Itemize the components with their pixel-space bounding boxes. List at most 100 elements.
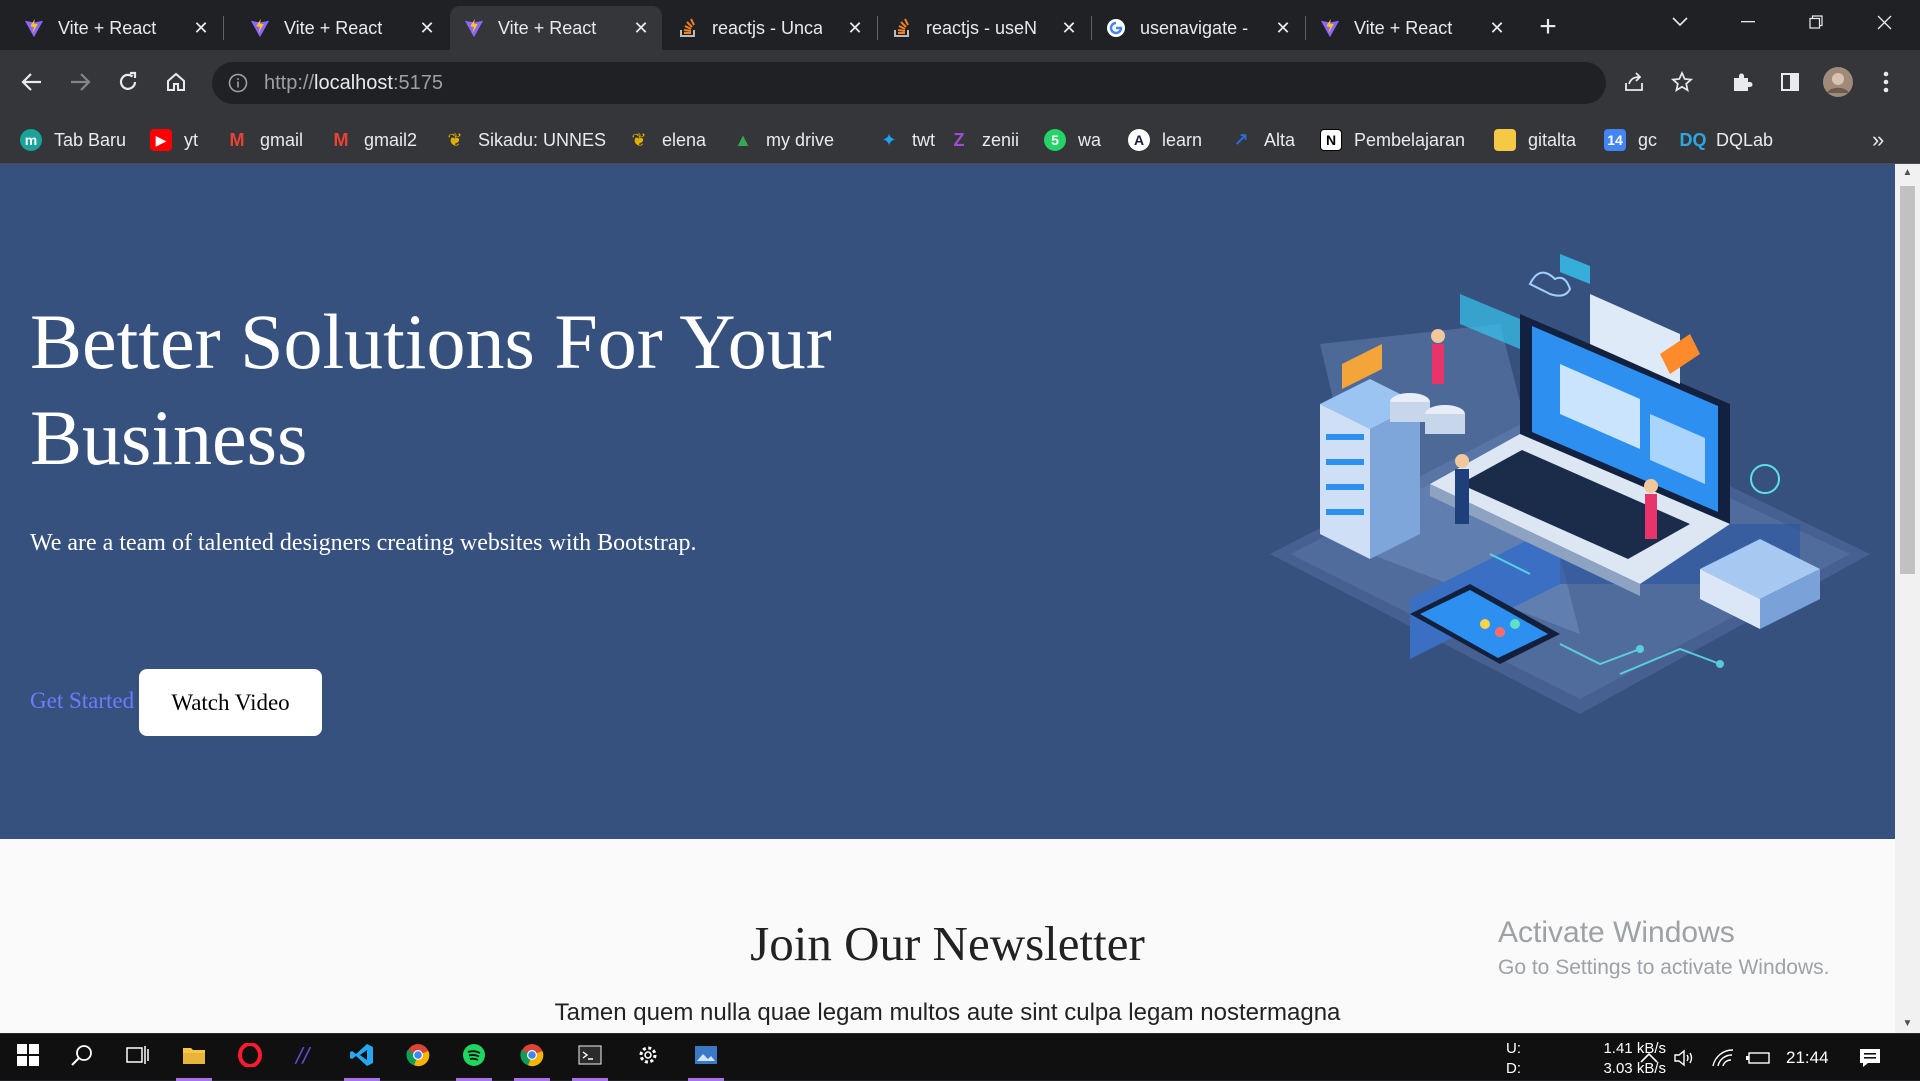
profile-avatar[interactable]	[1818, 62, 1858, 102]
photos-icon	[694, 1044, 718, 1071]
get-started-link[interactable]: Get Started	[30, 688, 134, 714]
tab-title: reactjs - Uncau	[712, 17, 822, 38]
taskbar-search-button[interactable]	[54, 1034, 110, 1081]
close-window-button[interactable]	[1850, 0, 1918, 44]
minimize-button[interactable]	[1714, 0, 1782, 44]
bookmark-twt[interactable]: ✦ twt	[878, 126, 935, 154]
tab-4[interactable]: reactjs - useNa ✕	[878, 6, 1090, 50]
back-button[interactable]	[12, 62, 52, 102]
bookmark-dqlab[interactable]: DQ DQLab	[1680, 126, 1774, 154]
taskbar-terminal-button[interactable]	[562, 1034, 618, 1081]
file-explorer-icon	[182, 1045, 206, 1070]
close-icon[interactable]: ✕	[1058, 17, 1080, 39]
restore-button[interactable]	[1782, 0, 1850, 44]
notifications-button[interactable]	[1858, 1034, 1882, 1081]
url-host: localhost	[314, 71, 393, 94]
bookmark-gc[interactable]: 14 gc	[1604, 126, 1657, 154]
home-button[interactable]	[156, 62, 196, 102]
close-icon[interactable]: ✕	[844, 17, 866, 39]
bookmark-label: gitalta	[1528, 129, 1577, 150]
taskbar-settings-button[interactable]	[620, 1034, 676, 1081]
taskbar-windows-start-button[interactable]	[0, 1034, 56, 1081]
taskbar-chrome-button[interactable]	[504, 1034, 560, 1081]
bookmark-my-drive[interactable]: ▲ my drive	[732, 126, 834, 154]
url-text: http://localhost:5175	[264, 72, 443, 95]
taskbar-visual-studio-button[interactable]: //	[278, 1034, 334, 1081]
forward-button[interactable]	[60, 62, 100, 102]
taskbar-chrome-button[interactable]	[390, 1034, 446, 1081]
more-vertical-icon	[1883, 71, 1889, 93]
tab-3[interactable]: reactjs - Uncau ✕	[664, 6, 876, 50]
unnes-icon: ❦	[447, 129, 463, 150]
bookmark-tab-baru[interactable]: m Tab Baru	[20, 126, 126, 154]
bookmark-label: gmail	[260, 129, 304, 150]
bookmark-label: gmail2	[364, 129, 418, 150]
close-icon[interactable]: ✕	[416, 17, 438, 39]
battery-button[interactable]	[1746, 1034, 1772, 1081]
bookmark-label: my drive	[766, 129, 835, 150]
bookmark-star-button[interactable]	[1662, 62, 1702, 102]
tab-6[interactable]: Vite + React ✕	[1306, 6, 1518, 50]
reload-button[interactable]	[108, 62, 148, 102]
tab-0[interactable]: Vite + React ✕	[10, 6, 222, 50]
close-icon[interactable]: ✕	[190, 17, 212, 39]
wifi-button[interactable]	[1712, 1034, 1734, 1081]
watch-video-button[interactable]: Watch Video	[139, 669, 322, 736]
tab-5[interactable]: usenavigate - ✕	[1092, 6, 1304, 50]
scrollbar-thumb[interactable]	[1900, 186, 1915, 574]
search-icon	[70, 1043, 94, 1072]
bookmark-elena[interactable]: ❦ elena	[628, 126, 706, 154]
taskbar-opera-button[interactable]	[222, 1034, 278, 1081]
volume-button[interactable]	[1673, 1034, 1697, 1081]
close-icon[interactable]: ✕	[630, 17, 652, 39]
taskbar-spotify-button[interactable]	[446, 1034, 502, 1081]
close-icon[interactable]: ✕	[1272, 17, 1294, 39]
address-bar[interactable]: http://localhost:5175	[212, 62, 1606, 104]
bookmark-alta[interactable]: ↗ Alta	[1230, 126, 1295, 154]
bookmark-gitalta[interactable]: gitalta	[1494, 126, 1576, 154]
taskbar-vscode-button[interactable]	[334, 1034, 390, 1081]
bookmark-wa[interactable]: 5 wa	[1044, 126, 1101, 154]
more-bookmarks-button[interactable]: »	[1872, 126, 1884, 154]
clock[interactable]: 21:44	[1786, 1034, 1829, 1081]
side-panel-icon	[1781, 73, 1799, 91]
tab-search-button[interactable]	[1646, 0, 1714, 44]
chrome-menu-button[interactable]	[1866, 62, 1906, 102]
taskbar-task-view-button[interactable]	[110, 1034, 166, 1081]
bookmark-gmail2[interactable]: Mgmail2	[330, 126, 418, 154]
bookmark-yt[interactable]: ▶ yt	[150, 126, 198, 154]
tab-separator	[223, 16, 224, 40]
notification-icon	[1860, 1048, 1880, 1067]
taskbar-photos-button[interactable]	[678, 1034, 734, 1081]
bookmark-learn[interactable]: Alearn	[1128, 126, 1202, 154]
zenius-icon: Z	[953, 129, 965, 150]
bookmark-sikadu-unnes[interactable]: ❦ Sikadu: UNNES	[444, 126, 606, 154]
bookmark-label: DQLab	[1716, 129, 1774, 150]
share-button[interactable]	[1614, 62, 1654, 102]
settings-icon	[636, 1043, 660, 1072]
taskbar-file-explorer-button[interactable]	[166, 1034, 222, 1081]
scroll-up-arrow[interactable]: ▲	[1895, 164, 1920, 182]
tab-1[interactable]: Vite + React ✕	[236, 6, 448, 50]
new-tab-button[interactable]: +	[1531, 11, 1565, 45]
bookmark-pembelajaran[interactable]: N Pembelajaran	[1320, 126, 1465, 154]
extensions-button[interactable]	[1722, 62, 1762, 102]
bookmarks-bar: » m Tab Baru ▶ yt Mgmail Mgmail2 ❦ Sikadu: UNNE…	[0, 116, 1920, 164]
scroll-down-arrow[interactable]: ▼	[1895, 1015, 1920, 1033]
vite-icon	[24, 18, 44, 38]
watermark-title: Activate Windows	[1498, 916, 1735, 949]
bookmark-gmail[interactable]: Mgmail	[226, 126, 304, 154]
show-hidden-icons-button[interactable]	[1640, 1034, 1658, 1081]
windows-start-icon	[17, 1044, 39, 1071]
tab-2[interactable]: Vite + React ✕	[450, 6, 662, 50]
minimize-icon	[1741, 21, 1755, 23]
bookmark-zenii[interactable]: Zzenii	[948, 126, 1020, 154]
learn-icon: A	[1128, 129, 1150, 151]
windows-taskbar: U: 1.41 kB/s D: 3.03 kB/s 21:44 //	[0, 1033, 1920, 1081]
side-panel-button[interactable]	[1770, 62, 1810, 102]
bookmark-label: Alta	[1264, 129, 1296, 150]
vite-icon	[464, 18, 484, 38]
close-icon[interactable]: ✕	[1486, 17, 1508, 39]
vertical-scrollbar[interactable]: ▲ ▼	[1895, 164, 1920, 1033]
site-info-icon[interactable]	[226, 71, 250, 95]
